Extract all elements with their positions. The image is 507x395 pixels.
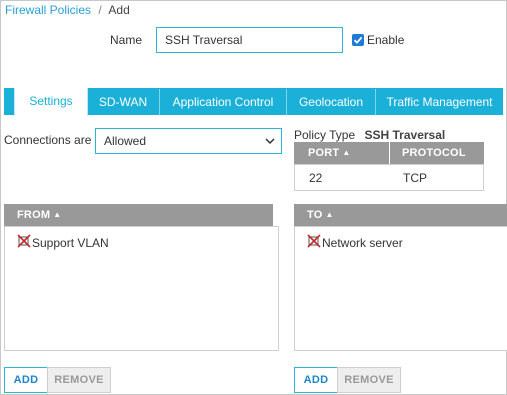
from-item-label: Support VLAN: [32, 235, 109, 250]
breadcrumb-parent-link[interactable]: Firewall Policies: [5, 3, 91, 17]
to-header[interactable]: TO ▲: [294, 204, 507, 226]
tab-settings[interactable]: Settings: [14, 88, 88, 116]
from-header[interactable]: FROM ▲: [4, 204, 273, 226]
name-label: Name: [110, 33, 143, 47]
breadcrumb-separator: /: [98, 3, 102, 17]
table-row[interactable]: 22 TCP: [294, 164, 484, 191]
protocol-column-header[interactable]: PROTOCOL: [402, 142, 466, 164]
tab-bar: Settings SD-WAN Application Control Geol…: [4, 88, 503, 116]
list-item[interactable]: Network server: [307, 234, 403, 251]
tab-geolocation[interactable]: Geolocation: [287, 89, 375, 115]
checkbox-checked-icon: [352, 34, 364, 46]
connections-label: Connections are: [4, 133, 92, 147]
enable-label: Enable: [367, 33, 405, 47]
port-cell: 22: [309, 171, 323, 185]
connections-select[interactable]: Allowed: [95, 128, 282, 154]
breadcrumb: Firewall Policies / Add: [5, 3, 130, 17]
chevron-down-icon: [265, 129, 275, 161]
to-list: Network server: [294, 226, 507, 351]
from-list: Support VLAN: [4, 226, 279, 351]
to-remove-button[interactable]: REMOVE: [337, 367, 401, 393]
policy-type: Policy Type SSH Traversal: [294, 128, 445, 142]
tab-traffic-management[interactable]: Traffic Management: [376, 89, 503, 115]
from-add-button[interactable]: ADD: [4, 367, 48, 393]
sort-arrows-icon: ▲: [325, 210, 334, 219]
connections-select-value: Allowed: [104, 134, 147, 148]
list-item[interactable]: Support VLAN: [17, 234, 109, 251]
name-input[interactable]: SSH Traversal: [156, 27, 343, 53]
to-add-button[interactable]: ADD: [294, 367, 338, 393]
sort-arrows-icon: ▲: [342, 148, 351, 157]
tab-sd-wan[interactable]: SD-WAN: [87, 89, 159, 115]
breadcrumb-current: Add: [108, 3, 130, 17]
network-object-icon: [307, 234, 321, 251]
from-remove-button[interactable]: REMOVE: [47, 367, 111, 393]
policy-type-value: SSH Traversal: [364, 128, 446, 142]
port-column-header[interactable]: PORT ▲: [308, 142, 350, 164]
policy-type-label: Policy Type: [294, 128, 356, 142]
column-divider: [389, 142, 390, 164]
network-object-icon: [17, 234, 31, 251]
enable-checkbox[interactable]: Enable: [352, 33, 404, 47]
ports-table-header: PORT ▲ PROTOCOL: [294, 142, 484, 164]
protocol-cell: TCP: [403, 171, 427, 185]
to-item-label: Network server: [322, 235, 403, 250]
tab-application-control[interactable]: Application Control: [160, 89, 286, 115]
sort-arrows-icon: ▲: [53, 210, 62, 219]
ports-table: PORT ▲ PROTOCOL 22 TCP: [294, 142, 484, 191]
